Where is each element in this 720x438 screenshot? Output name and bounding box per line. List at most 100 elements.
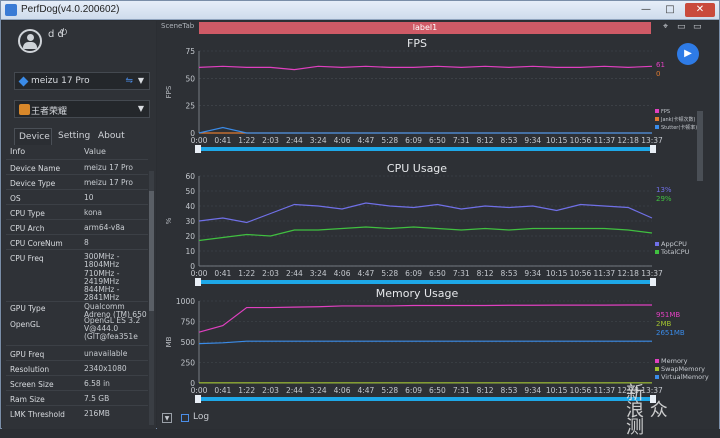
table-row: OS 10: [6, 189, 148, 204]
current-value: 2MB: [656, 320, 671, 328]
row-key: OS: [10, 194, 21, 203]
y-axis-label: FPS: [165, 85, 173, 98]
chart-title: Memory Usage: [376, 287, 459, 300]
row-value: 216MB: [84, 409, 110, 418]
x-tick-label: 12:18: [617, 269, 639, 278]
x-tick-label: 11:37: [594, 269, 616, 278]
app-select-label: 王者荣耀: [31, 107, 68, 117]
slider-handle-left: [195, 395, 201, 403]
table-row: Device Type meizu 17 Pro: [6, 174, 148, 189]
row-value: unavailable: [84, 349, 128, 358]
legend-swatch: [655, 117, 659, 121]
current-value: 2651MB: [656, 329, 685, 337]
x-tick-label: 8:12: [477, 269, 494, 278]
x-tick-label: 11:37: [594, 136, 616, 145]
time-slider: [195, 147, 656, 151]
current-value: 951MB: [656, 311, 680, 319]
x-tick-label: 2:03: [262, 136, 279, 145]
y-tick-label: 500: [181, 338, 196, 347]
device-select-label: meizu 17 Pro: [31, 76, 90, 86]
x-tick-label: 1:22: [238, 386, 255, 395]
row-value: meizu 17 Pro: [84, 178, 133, 187]
maximize-button[interactable]: □: [659, 3, 681, 17]
x-tick-label: 0:00: [191, 269, 208, 278]
x-tick-label: 6:09: [405, 269, 422, 278]
table-row: Device Name meizu 17 Pro: [6, 159, 148, 174]
series-line-fps: [198, 65, 653, 71]
main-panel: SceneTab label1 ⌖ ▭ ▭ ▶ FPS FPS 0 25 50 75 0:0…: [157, 21, 719, 429]
x-tick-label: 10:15: [546, 269, 568, 278]
x-tick-label: 8:53: [501, 386, 518, 395]
legend-label: VirtualMemory: [661, 373, 709, 381]
power-icon[interactable]: ⏻: [60, 28, 67, 38]
row-value: 10: [84, 193, 94, 202]
row-value: OpenGL ES 3.2 V@444.0 (GIT@fea351e: [84, 316, 141, 341]
row-value: arm64-v8a: [84, 223, 125, 232]
expand-button[interactable]: ▼: [162, 413, 172, 423]
row-key: Resolution: [10, 365, 50, 374]
tab-setting[interactable]: Setting: [54, 128, 94, 145]
x-tick-label: 10:15: [546, 136, 568, 145]
x-tick-label: 4:47: [357, 386, 374, 395]
scroll-thumb[interactable]: [149, 191, 154, 311]
x-tick-label: 11:37: [594, 386, 616, 395]
device-select[interactable]: meizu 17 Pro ⇋ ▼: [14, 72, 150, 90]
log-checkbox[interactable]: [181, 414, 189, 422]
x-tick-label: 6:09: [405, 136, 422, 145]
series-line-totalcpu: [198, 226, 653, 242]
x-tick-label: 8:53: [501, 136, 518, 145]
x-tick-label: 8:12: [477, 386, 494, 395]
x-tick-label: 0:41: [214, 269, 231, 278]
row-key: CPU CoreNum: [10, 239, 63, 248]
slider-handle-left: [195, 278, 201, 286]
info-scrollbar[interactable]: [149, 171, 154, 425]
chart-title: CPU Usage: [387, 162, 447, 175]
usb-icon: ⇋: [125, 76, 133, 86]
time-slider: [195, 280, 656, 284]
x-tick-label: 1:22: [238, 136, 255, 145]
table-row: Resolution 2340x1080: [6, 360, 148, 375]
slider-handle-right: [650, 145, 656, 153]
legend-swatch: [655, 375, 659, 379]
x-tick-label: 7:31: [453, 269, 470, 278]
legend-swatch: [655, 367, 659, 371]
x-tick-label: 7:31: [453, 136, 470, 145]
row-key: Screen Size: [10, 380, 54, 389]
table-row: GPU Freq unavailable: [6, 345, 148, 360]
x-tick-label: 10:56: [570, 136, 592, 145]
table-row: CPU Type kona: [6, 204, 148, 219]
x-tick-label: 6:50: [429, 386, 446, 395]
tab-device[interactable]: Device: [14, 128, 52, 145]
legend-label: TotalCPU: [660, 248, 690, 256]
x-tick-label: 6:50: [429, 269, 446, 278]
y-tick-label: 50: [185, 74, 195, 83]
y-tick-label: 50: [185, 187, 195, 196]
current-value: 29%: [656, 195, 672, 203]
x-tick-label: 10:56: [570, 269, 592, 278]
tab-about[interactable]: About: [94, 128, 129, 145]
x-tick-label: 5:28: [381, 136, 398, 145]
watermark-text: 新 浪 众 测: [626, 383, 668, 438]
current-value: 13%: [656, 186, 672, 194]
row-value: 300MHz - 1804MHz 710MHz - 2419MHz 844MHz…: [84, 252, 120, 303]
legend-swatch: [655, 250, 659, 254]
x-tick-label: 8:12: [477, 136, 494, 145]
legend-swatch: [655, 242, 659, 246]
legend-label: FPS: [661, 109, 670, 115]
y-tick-label: 40: [185, 202, 195, 211]
x-tick-label: 13:37: [641, 136, 663, 145]
x-tick-label: 9:34: [524, 269, 541, 278]
minimize-button[interactable]: —: [635, 3, 657, 17]
row-key: Device Name: [10, 164, 61, 173]
avatar[interactable]: [18, 29, 42, 53]
current-value: 61: [656, 61, 665, 69]
window-title: PerfDog(v4.0.200602): [21, 4, 120, 15]
row-key: CPU Arch: [10, 224, 45, 233]
title-bar: PerfDog(v4.0.200602) — □ ✕: [1, 1, 719, 20]
y-tick-label: 30: [185, 217, 195, 226]
x-tick-label: 6:09: [405, 386, 422, 395]
row-key: Device Type: [10, 179, 56, 188]
x-tick-label: 1:22: [238, 269, 255, 278]
close-button[interactable]: ✕: [685, 3, 715, 17]
app-select[interactable]: 王者荣耀 ▼: [14, 100, 150, 118]
